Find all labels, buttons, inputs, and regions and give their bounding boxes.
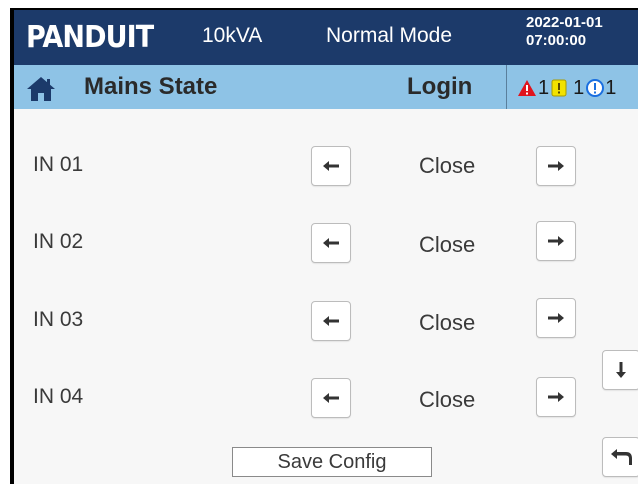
title-bar: Mains State Login 1 1 1 bbox=[14, 65, 638, 109]
arrow-left-icon bbox=[323, 393, 339, 403]
arrow-down-icon bbox=[616, 362, 626, 378]
critical-alarm-count: 1 bbox=[538, 76, 550, 99]
prev-state-button[interactable] bbox=[311, 378, 351, 418]
prev-state-button[interactable] bbox=[311, 301, 351, 341]
scroll-down-button[interactable] bbox=[602, 350, 638, 390]
arrow-right-icon bbox=[548, 392, 564, 402]
home-icon[interactable] bbox=[26, 76, 56, 102]
warning-alarm-icon bbox=[551, 79, 567, 97]
datetime: 2022-01-01 07:00:00 bbox=[526, 14, 603, 50]
arrow-left-icon bbox=[323, 316, 339, 326]
next-state-button[interactable] bbox=[536, 298, 576, 338]
prev-state-button[interactable] bbox=[311, 146, 351, 186]
state-value: Close bbox=[419, 232, 476, 257]
arrow-left-icon bbox=[323, 238, 339, 248]
page-title: Mains State bbox=[84, 73, 218, 100]
top-bar: PANDUIT 10kVA Normal Mode 2022-01-01 07:… bbox=[14, 10, 638, 65]
critical-alarm-icon bbox=[517, 79, 537, 97]
brand-logo: PANDUIT bbox=[26, 20, 154, 55]
state-value: Close bbox=[419, 310, 476, 335]
state-value: Close bbox=[419, 387, 476, 412]
input-label: IN 03 bbox=[33, 308, 84, 331]
next-state-button[interactable] bbox=[536, 221, 576, 261]
next-state-button[interactable] bbox=[536, 377, 576, 417]
arrow-left-icon bbox=[323, 161, 339, 171]
back-return-icon bbox=[611, 449, 632, 465]
info-alarm-count: 1 bbox=[605, 76, 617, 99]
alarm-summary[interactable]: 1 1 1 bbox=[517, 77, 618, 99]
prev-state-button[interactable] bbox=[311, 223, 351, 263]
capacity-label: 10kVA bbox=[202, 24, 263, 47]
warning-alarm-count: 1 bbox=[573, 76, 585, 99]
date-text: 2022-01-01 bbox=[526, 14, 603, 31]
divider bbox=[506, 65, 507, 109]
arrow-right-icon bbox=[548, 161, 564, 171]
time-text: 07:00:00 bbox=[526, 32, 587, 49]
info-alarm-icon bbox=[586, 79, 605, 97]
mode-label: Normal Mode bbox=[326, 24, 453, 47]
save-config-button[interactable]: Save Config bbox=[232, 447, 432, 477]
login-button[interactable]: Login bbox=[407, 73, 472, 101]
arrow-right-icon bbox=[548, 236, 564, 246]
input-label: IN 01 bbox=[33, 153, 84, 176]
arrow-right-icon bbox=[548, 313, 564, 323]
state-value: Close bbox=[419, 153, 476, 178]
next-state-button[interactable] bbox=[536, 146, 576, 186]
input-label: IN 02 bbox=[33, 230, 84, 253]
back-button[interactable] bbox=[602, 437, 638, 477]
hmi-screen: PANDUIT 10kVA Normal Mode 2022-01-01 07:… bbox=[14, 10, 638, 484]
input-label: IN 04 bbox=[33, 385, 84, 408]
